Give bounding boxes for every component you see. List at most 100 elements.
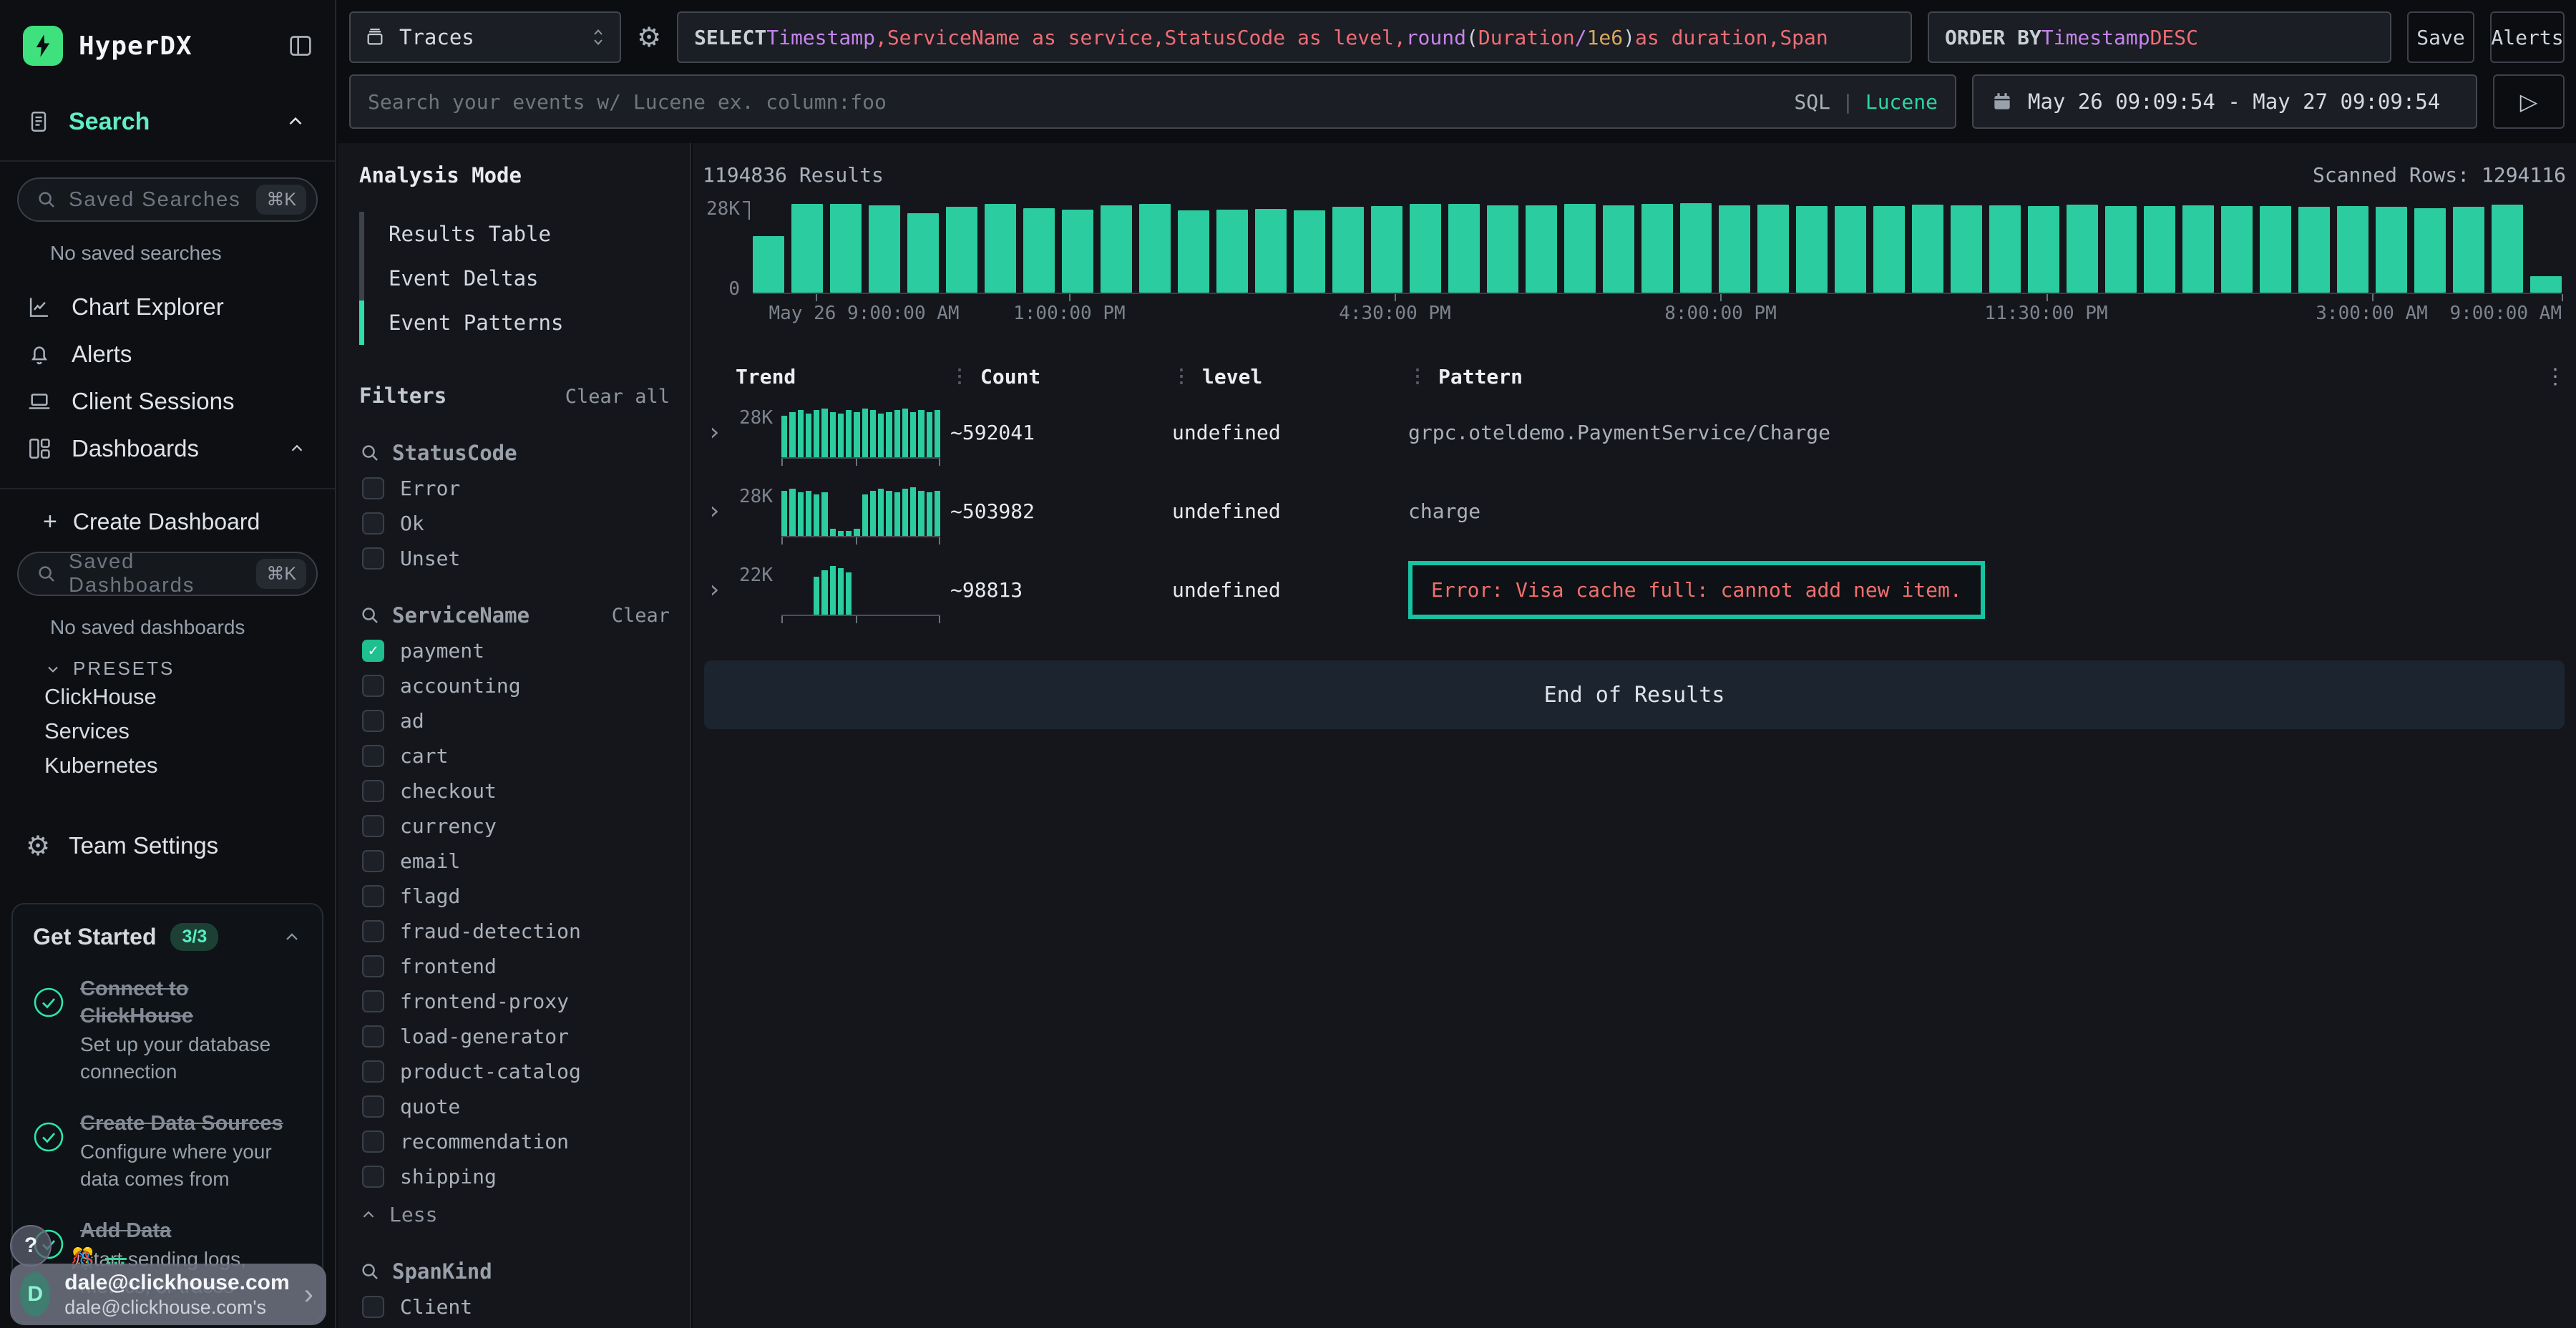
filter-option-currency[interactable]: currency <box>359 814 670 838</box>
checkbox[interactable] <box>362 850 384 872</box>
lucene-language-toggle[interactable]: Lucene <box>1865 90 1938 114</box>
preset-services[interactable]: Services <box>0 714 335 748</box>
column-header-level[interactable]: ⋮level <box>1172 365 1408 389</box>
filter-option-fraud-detection[interactable]: fraud-detection <box>359 919 670 943</box>
sidebar-item-search[interactable]: Search <box>0 99 335 145</box>
filter-option-payment[interactable]: ✓ payment <box>359 639 670 663</box>
histogram-bar <box>1332 207 1364 293</box>
checkbox[interactable] <box>362 1025 384 1048</box>
checkbox[interactable] <box>362 512 384 534</box>
filter-option-flagd[interactable]: flagd <box>359 884 670 908</box>
get-started-item-create-data-sources[interactable]: Create Data SourcesConfigure where your … <box>33 1110 302 1193</box>
save-button[interactable]: Save <box>2407 11 2474 63</box>
analysis-mode-event-deltas[interactable]: Event Deltas <box>359 256 670 301</box>
checkbox[interactable] <box>362 990 384 1012</box>
checkbox[interactable] <box>362 1296 384 1318</box>
sidebar-item-dashboards[interactable]: Dashboards <box>0 425 335 472</box>
filter-option-error[interactable]: Error <box>359 477 670 500</box>
column-resize-handle[interactable]: ⋮ <box>1172 366 1189 387</box>
x-axis-tick <box>1069 294 1070 301</box>
help-button[interactable]: ? <box>10 1225 52 1266</box>
checkbox[interactable] <box>362 1166 384 1188</box>
clear-filter-button[interactable]: Clear <box>612 605 670 627</box>
sql-language-toggle[interactable]: SQL <box>1794 90 1830 114</box>
create-dashboard-button[interactable]: + Create Dashboard <box>0 508 335 536</box>
row-expand-chevron-icon[interactable]: › <box>703 418 736 446</box>
pattern-row[interactable]: ›28K~503982undefinedcharge <box>703 472 2566 550</box>
checkbox[interactable] <box>362 780 384 802</box>
table-menu-icon[interactable]: ⋮ <box>2526 364 2566 389</box>
sidebar-item-label: Chart Explorer <box>72 293 224 321</box>
sidebar-collapse-icon[interactable] <box>286 31 315 60</box>
pattern-row[interactable]: ›28K~592041undefinedgrpc.oteldemo.Paymen… <box>703 393 2566 472</box>
saved-dashboards-input[interactable]: Saved Dashboards ⌘K <box>17 552 318 596</box>
filter-option-shipping[interactable]: shipping <box>359 1165 670 1188</box>
date-range-picker[interactable]: May 26 09:09:54 - May 27 09:09:54 <box>1972 74 2477 129</box>
filter-option-quote[interactable]: quote <box>359 1095 670 1118</box>
filter-option-label: Unset <box>400 547 460 570</box>
filter-option-accounting[interactable]: accounting <box>359 674 670 698</box>
checkbox-checked[interactable]: ✓ <box>362 640 384 662</box>
get-started-item-connect-to-clickhouse[interactable]: Connect to ClickHouseSet up your databas… <box>33 975 302 1085</box>
checkbox[interactable] <box>362 1131 384 1153</box>
column-resize-handle[interactable]: ⋮ <box>1408 366 1425 387</box>
filter-option-client[interactable]: Client <box>359 1295 670 1319</box>
column-header-count[interactable]: ⋮Count <box>950 365 1172 389</box>
filter-option-email[interactable]: email <box>359 849 670 873</box>
order-by-input[interactable]: ORDER BY Timestamp DESC <box>1928 11 2391 63</box>
divider <box>0 488 335 489</box>
filter-option-ok[interactable]: Ok <box>359 512 670 535</box>
checkbox[interactable] <box>362 885 384 907</box>
preset-clickhouse[interactable]: ClickHouse <box>0 680 335 714</box>
filter-option-product-catalog[interactable]: product-catalog <box>359 1060 670 1083</box>
analysis-mode-event-patterns[interactable]: Event Patterns <box>359 301 670 345</box>
sidebar-item-alerts[interactable]: Alerts <box>0 331 335 378</box>
user-menu[interactable]: D dale@clickhouse.com dale@clickhouse.co… <box>10 1264 326 1325</box>
checkbox[interactable] <box>362 1095 384 1118</box>
histogram-bar <box>1371 206 1402 293</box>
checkbox[interactable] <box>362 675 384 697</box>
checkbox[interactable] <box>362 815 384 837</box>
event-search-input[interactable]: Search your events w/ Lucene ex. column:… <box>349 74 1956 129</box>
column-header-trend[interactable]: Trend <box>736 365 950 389</box>
sidebar-item-client-sessions[interactable]: Client Sessions <box>0 378 335 425</box>
sidebar-item-team-settings[interactable]: ⚙ Team Settings <box>0 830 335 861</box>
checkbox[interactable] <box>362 920 384 942</box>
run-query-button[interactable]: ▷ <box>2493 74 2565 129</box>
sidebar-item-chart-explorer[interactable]: Chart Explorer <box>0 283 335 331</box>
filter-option-frontend[interactable]: frontend <box>359 954 670 978</box>
alerts-button[interactable]: Alerts <box>2490 11 2565 63</box>
filter-option-unset[interactable]: Unset <box>359 547 670 570</box>
filter-option-load-generator[interactable]: load-generator <box>359 1025 670 1048</box>
analysis-mode-results-table[interactable]: Results Table <box>359 212 670 256</box>
filter-option-checkout[interactable]: checkout <box>359 779 670 803</box>
checkbox[interactable] <box>362 955 384 977</box>
filter-option-ad[interactable]: ad <box>359 709 670 733</box>
source-settings-gear-icon[interactable]: ⚙ <box>637 21 661 53</box>
clear-all-filters-button[interactable]: Clear all <box>565 386 670 408</box>
get-started-header[interactable]: Get Started 3/3 <box>33 923 302 951</box>
sparkline-bar <box>830 412 836 457</box>
checkbox[interactable] <box>362 710 384 732</box>
column-header-pattern[interactable]: ⋮Pattern <box>1408 365 2526 389</box>
select-clause-input[interactable]: SELECT Timestamp, ServiceName as service… <box>677 11 1912 63</box>
show-less-toggle[interactable]: Less <box>359 1203 670 1226</box>
filter-option-cart[interactable]: cart <box>359 744 670 768</box>
filter-option-frontend-proxy[interactable]: frontend-proxy <box>359 990 670 1013</box>
preset-kubernetes[interactable]: Kubernetes <box>0 748 335 783</box>
sparkline-bar <box>862 409 868 457</box>
presets-toggle[interactable]: PRESETS <box>44 658 335 680</box>
row-expand-chevron-icon[interactable]: › <box>703 497 736 525</box>
histogram-bar <box>1526 205 1557 293</box>
column-resize-handle[interactable]: ⋮ <box>950 366 967 387</box>
source-select[interactable]: Traces <box>349 11 621 63</box>
checkbox[interactable] <box>362 745 384 767</box>
checkbox[interactable] <box>362 1060 384 1083</box>
saved-searches-input[interactable]: Saved Searches ⌘K <box>17 177 318 222</box>
checkbox[interactable] <box>362 547 384 570</box>
row-expand-chevron-icon[interactable]: › <box>703 575 736 604</box>
filter-option-label: payment <box>400 639 484 663</box>
filter-option-recommendation[interactable]: recommendation <box>359 1130 670 1153</box>
checkbox[interactable] <box>362 477 384 499</box>
pattern-row[interactable]: ›22K~98813undefinedError: Visa cache ful… <box>703 550 2566 629</box>
